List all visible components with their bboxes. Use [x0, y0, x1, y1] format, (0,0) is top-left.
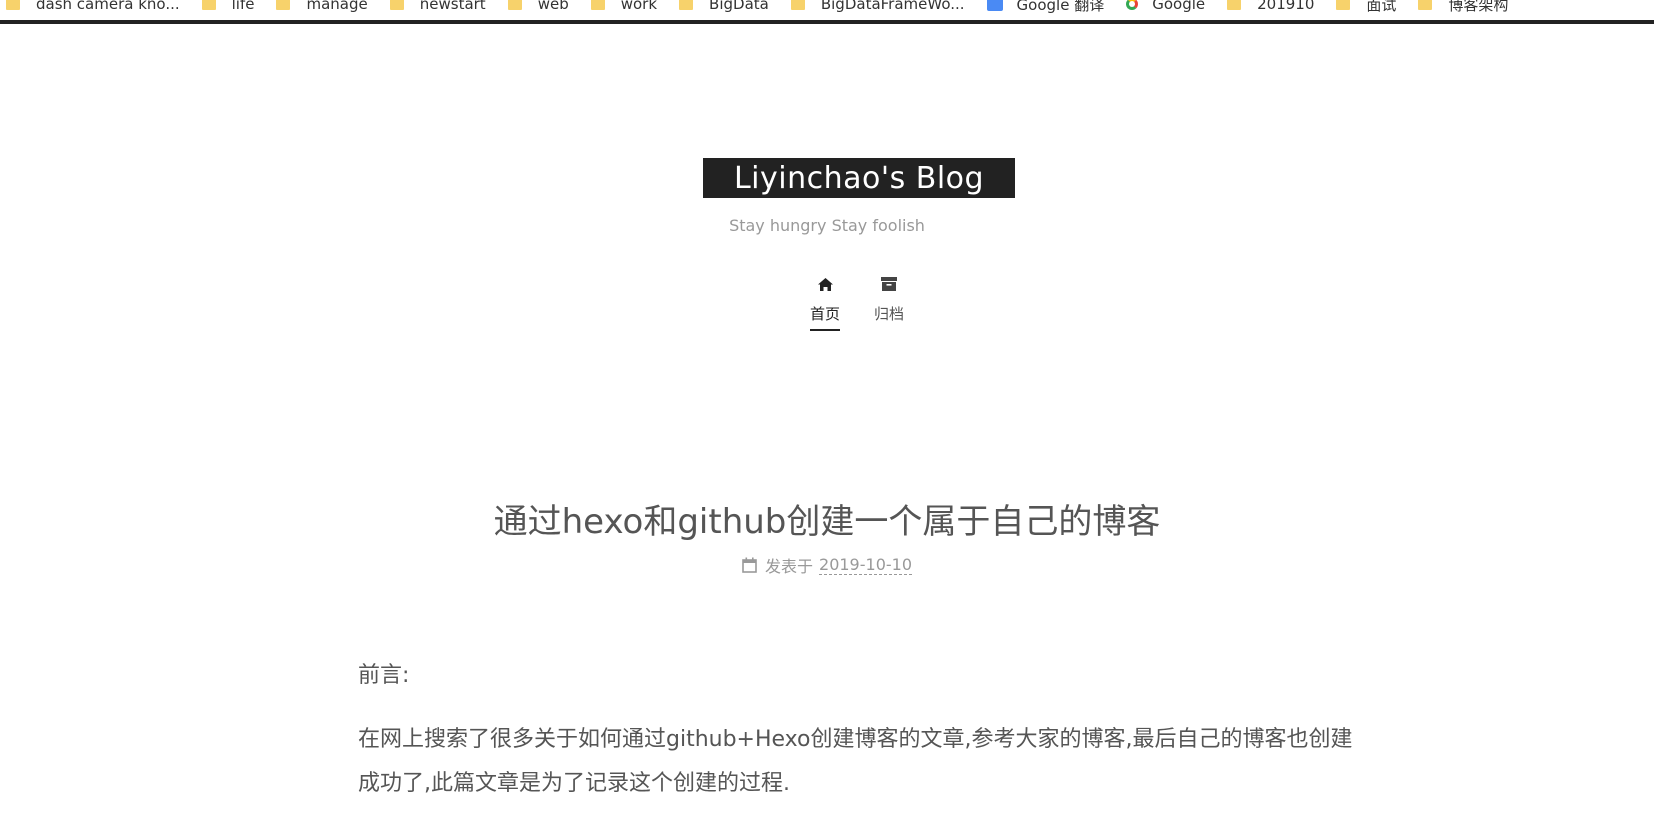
bookmark[interactable]: BigDataFrameWo... [790, 0, 965, 13]
bookmark[interactable]: 面试 [1336, 0, 1396, 15]
bookmark[interactable]: newstart [389, 0, 486, 13]
main-nav: 首页 归档 [0, 275, 1654, 335]
paragraph: 前言: [358, 663, 410, 688]
google-translate-icon [986, 0, 1003, 11]
bookmark[interactable]: 201910 [1227, 0, 1314, 13]
bookmark[interactable]: Google [1126, 0, 1205, 13]
google-icon [1126, 0, 1139, 10]
archive-icon [881, 275, 897, 293]
bookmark[interactable]: 博客架构 [1418, 0, 1508, 15]
nav-item-archive-label: 归档 [874, 305, 905, 323]
nav-item-archive[interactable]: 归档 [874, 275, 904, 331]
bookmark[interactable]: Google 翻译 [986, 0, 1104, 15]
bookmark[interactable]: life [201, 0, 254, 13]
bookmark[interactable]: BigData [679, 0, 769, 13]
folder-icon [6, 0, 20, 10]
bookmark[interactable]: dash camera kno... [6, 0, 180, 13]
bookmarks-bar: dash camera kno... life manage newstart … [0, 0, 1654, 20]
folder-icon [1336, 0, 1351, 10]
home-icon [817, 275, 833, 293]
post-date: 2019-10-10 [819, 555, 912, 575]
folder-icon [201, 0, 216, 10]
paragraph: 在网上搜索了很多关于如何通过github+Hexo创建博客的文章,参考大家的博客… [358, 727, 1353, 796]
folder-icon [507, 0, 522, 10]
bookmark[interactable]: web [507, 0, 569, 13]
folder-icon [590, 0, 605, 10]
folder-icon [1418, 0, 1433, 10]
calendar-icon [742, 557, 757, 573]
folder-icon [389, 0, 404, 10]
bookmark[interactable]: work [590, 0, 657, 13]
folder-icon [1227, 0, 1242, 10]
site-subtitle: Stay hungry Stay foolish [729, 216, 925, 235]
post-title[interactable]: 通过hexo和github创建一个属于自己的博客 [0, 494, 1654, 543]
nav-item-home[interactable]: 首页 [810, 275, 841, 331]
post-meta-label: 发表于 [765, 557, 814, 576]
bookmark[interactable]: manage [276, 0, 368, 13]
post-meta: 发表于 2019-10-10 [0, 553, 1654, 577]
folder-icon [679, 0, 694, 10]
folder-icon [790, 0, 805, 10]
site-title[interactable]: Liyinchao's Blog [703, 158, 1015, 198]
post-body: 前言: 在网上搜索了很多关于如何通过github+Hexo创建博客的文章,参考大… [358, 660, 1358, 830]
folder-icon [276, 0, 291, 10]
nav-item-home-label: 首页 [810, 303, 841, 331]
header-top-border [0, 20, 1654, 24]
